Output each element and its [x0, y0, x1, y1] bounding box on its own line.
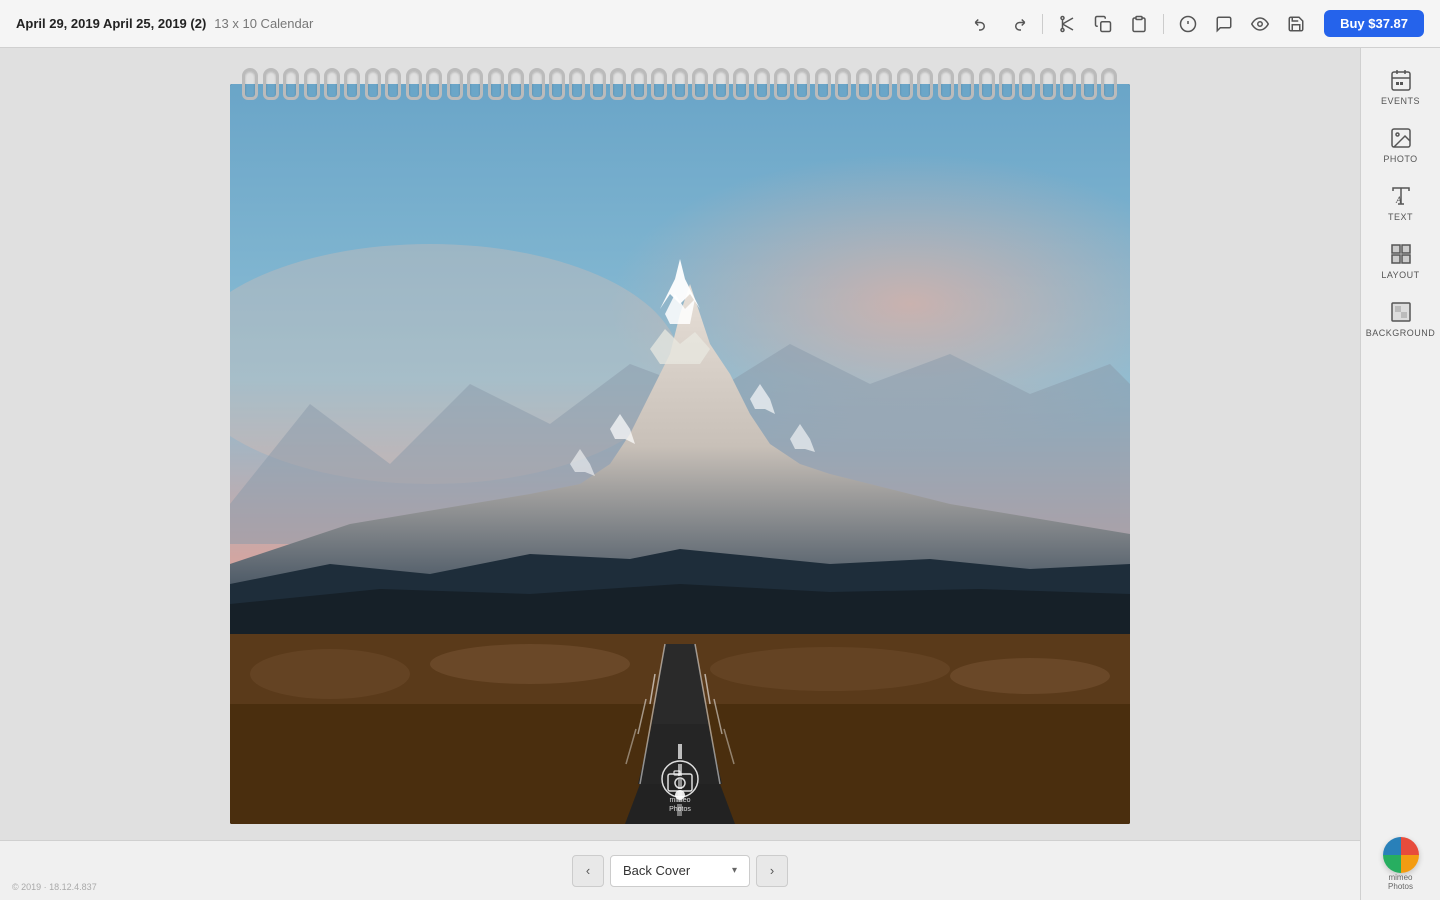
product-type: 13 x 10 Calendar: [214, 16, 313, 31]
spiral-loop: [263, 68, 279, 100]
spiral-loop: [1101, 68, 1117, 100]
svg-text:Photos: Photos: [669, 806, 691, 813]
svg-text:A: A: [1395, 195, 1402, 205]
next-icon: ›: [770, 863, 774, 878]
spiral-loop: [590, 68, 606, 100]
spiral-binding: [240, 64, 1120, 104]
spiral-loop: [651, 68, 667, 100]
next-page-button[interactable]: ›: [756, 855, 788, 887]
spiral-loop: [385, 68, 401, 100]
spiral-loop: [979, 68, 995, 100]
copy-button[interactable]: [1087, 10, 1119, 38]
layout-label: LAYOUT: [1381, 270, 1419, 280]
spiral-loop: [1040, 68, 1056, 100]
project-title: April 29, 2019 April 25, 2019 (2): [16, 16, 206, 31]
spiral-loop: [938, 68, 954, 100]
spiral-loop: [672, 68, 688, 100]
spiral-loop: [365, 68, 381, 100]
spiral-loop: [958, 68, 974, 100]
bottom-navigation: ‹ Back Cover ▾ ›: [0, 840, 1360, 900]
spiral-loop: [835, 68, 851, 100]
page-dot-indicator: [675, 790, 685, 800]
toolbar-actions: Buy $37.87: [966, 10, 1424, 38]
spiral-loop: [897, 68, 913, 100]
prev-page-button[interactable]: ‹: [572, 855, 604, 887]
mimeo-logo-text: mimeo Photos: [1383, 873, 1419, 892]
calendar-preview: mimeo Photos: [230, 64, 1130, 824]
spiral-loop: [713, 68, 729, 100]
separator-2: [1163, 14, 1164, 34]
text-icon: A: [1389, 184, 1413, 208]
preview-button[interactable]: [1244, 10, 1276, 38]
layout-icon: [1389, 242, 1413, 266]
spiral-loop: [815, 68, 831, 100]
info-button[interactable]: [1172, 10, 1204, 38]
background-label: BACKGROUND: [1366, 328, 1436, 338]
spiral-loop: [794, 68, 810, 100]
spiral-loop: [1019, 68, 1035, 100]
canvas-area: mimeo Photos: [0, 48, 1360, 840]
spiral-loop: [631, 68, 647, 100]
spiral-loop: [426, 68, 442, 100]
redo-button[interactable]: [1002, 10, 1034, 38]
spiral-loop: [917, 68, 933, 100]
spiral-loop: [754, 68, 770, 100]
cut-button[interactable]: [1051, 10, 1083, 38]
spiral-loop: [324, 68, 340, 100]
mimeo-logo-sidebar: mimeo Photos: [1383, 837, 1419, 892]
spiral-loop: [569, 68, 585, 100]
toolbar: April 29, 2019 April 25, 2019 (2) 13 x 1…: [0, 0, 1440, 48]
spiral-loop: [999, 68, 1015, 100]
mimeo-logo-circle: [1383, 837, 1419, 873]
comment-button[interactable]: [1208, 10, 1240, 38]
page-selector[interactable]: Back Cover ▾: [610, 855, 750, 887]
sidebar-item-background[interactable]: BACKGROUND: [1367, 292, 1435, 346]
spiral-loop: [283, 68, 299, 100]
spiral-loop: [1060, 68, 1076, 100]
photo-label: PHOTO: [1383, 154, 1417, 164]
paste-button[interactable]: [1123, 10, 1155, 38]
current-page-label: Back Cover: [623, 863, 690, 878]
spiral-loop: [692, 68, 708, 100]
background-icon: [1389, 300, 1413, 324]
spiral-loop: [406, 68, 422, 100]
spiral-loop: [529, 68, 545, 100]
sidebar-item-layout[interactable]: LAYOUT: [1367, 234, 1435, 288]
spiral-loop: [242, 68, 258, 100]
footer-copyright: © 2019 · 18.12.4.837: [12, 882, 97, 892]
sidebar-item-text[interactable]: A TEXT: [1367, 176, 1435, 230]
text-label: TEXT: [1388, 212, 1413, 222]
spiral-loop: [508, 68, 524, 100]
spiral-loop: [447, 68, 463, 100]
right-sidebar: EVENTS PHOTO A TEXT LAYOUT: [1360, 48, 1440, 900]
photo-icon: [1389, 126, 1413, 150]
spiral-loop: [344, 68, 360, 100]
dropdown-arrow-icon: ▾: [732, 865, 737, 876]
spiral-loop: [1081, 68, 1097, 100]
undo-button[interactable]: [966, 10, 998, 38]
spiral-loop: [610, 68, 626, 100]
spiral-loop: [467, 68, 483, 100]
spiral-loop: [304, 68, 320, 100]
events-label: EVENTS: [1381, 96, 1420, 106]
landscape-svg: mimeo Photos: [230, 84, 1130, 824]
spiral-loop: [549, 68, 565, 100]
calendar-image: mimeo Photos: [230, 84, 1130, 824]
save-button[interactable]: [1280, 10, 1312, 38]
spiral-loop: [876, 68, 892, 100]
sidebar-item-events[interactable]: EVENTS: [1367, 60, 1435, 114]
spiral-loop: [774, 68, 790, 100]
spiral-loop: [488, 68, 504, 100]
spiral-loop: [856, 68, 872, 100]
sidebar-item-photo[interactable]: PHOTO: [1367, 118, 1435, 172]
buy-button[interactable]: Buy $37.87: [1324, 10, 1424, 37]
prev-icon: ‹: [586, 863, 590, 878]
events-icon: [1389, 68, 1413, 92]
separator-1: [1042, 14, 1043, 34]
spiral-loop: [733, 68, 749, 100]
toolbar-title-group: April 29, 2019 April 25, 2019 (2) 13 x 1…: [16, 16, 966, 31]
